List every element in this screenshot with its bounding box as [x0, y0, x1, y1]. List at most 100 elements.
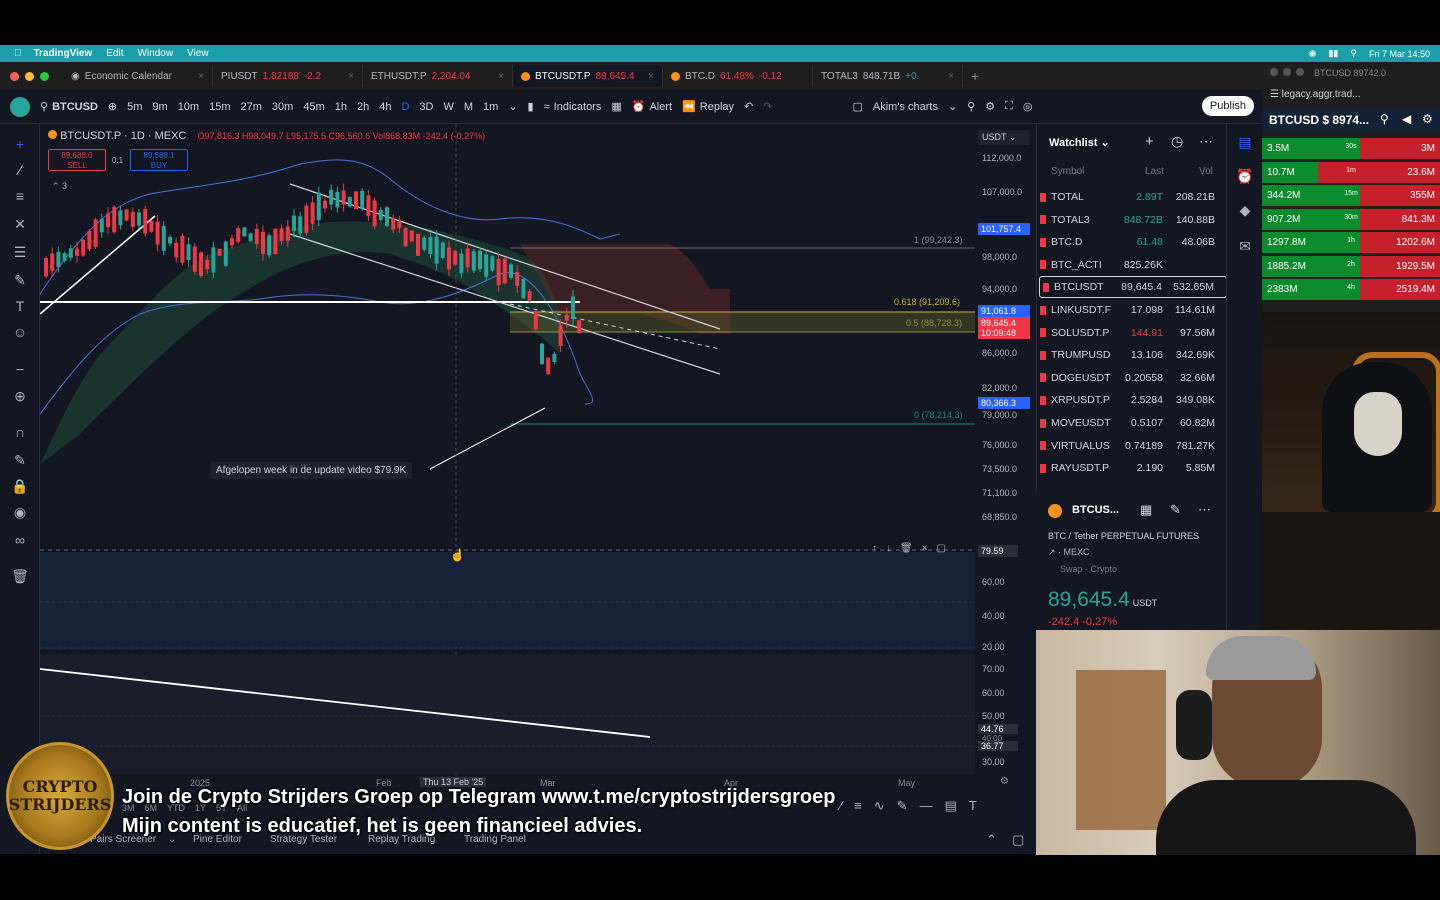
- interval-27m[interactable]: 27m: [241, 101, 262, 113]
- collapse-panel-icon[interactable]: ⌃: [986, 832, 997, 848]
- apple-icon[interactable]: : [14, 48, 22, 59]
- time-settings-icon[interactable]: ⚙: [1000, 776, 1009, 787]
- watchlist-row[interactable]: BTC.D 61.48 48.06B: [1037, 231, 1227, 253]
- interval-5m[interactable]: 5m: [127, 101, 142, 113]
- new-tab-icon[interactable]: +: [971, 68, 979, 84]
- menu-window[interactable]: Window: [137, 48, 173, 59]
- close-tab-icon[interactable]: ×: [498, 71, 504, 82]
- ray-tool-icon[interactable]: —: [920, 798, 933, 814]
- compare-icon[interactable]: ⊕: [108, 100, 117, 113]
- interval-w[interactable]: W: [443, 101, 453, 113]
- interval-3d[interactable]: 3D: [419, 101, 433, 113]
- battery-icon[interactable]: ▮▮: [1328, 48, 1338, 59]
- text-icon[interactable]: T: [10, 296, 30, 316]
- interval-15m[interactable]: 15m: [209, 101, 230, 113]
- close-tab-icon[interactable]: ×: [348, 71, 354, 82]
- layers-icon[interactable]: ◆: [1236, 202, 1254, 220]
- menu-view[interactable]: View: [187, 48, 209, 59]
- indicators-button[interactable]: ≈ Indicators: [544, 101, 602, 113]
- tab-economic-calendar[interactable]: ◉ Economic Calendar ×: [63, 65, 213, 87]
- watchlist-row[interactable]: XRPUSDT.P 2.5284 349.08K: [1037, 389, 1227, 411]
- link-icon[interactable]: ∞: [10, 530, 30, 550]
- ruler-icon[interactable]: ⎯: [10, 358, 30, 378]
- camera-icon[interactable]: ◎: [1023, 100, 1033, 113]
- more-icon[interactable]: ⋯: [1198, 502, 1211, 518]
- lock-icon[interactable]: 🔒: [10, 476, 30, 496]
- brush-icon[interactable]: ✎: [10, 270, 30, 290]
- tab-btcusdt[interactable]: BTCUSDT.P 89,645.4 ×: [513, 65, 663, 87]
- alert-button[interactable]: ⏰ Alert: [632, 100, 672, 114]
- undo-icon[interactable]: ↶: [744, 100, 753, 113]
- watchlist-row[interactable]: SOLUSDT.P 144.91 97.56M: [1037, 322, 1227, 344]
- settings-gear-icon[interactable]: ⚙: [1422, 112, 1433, 126]
- close-tab-icon[interactable]: ×: [198, 71, 204, 82]
- search-icon[interactable]: ⚲: [1380, 112, 1389, 126]
- mute-icon[interactable]: ◀: [1402, 112, 1411, 126]
- column-symbol[interactable]: Symbol: [1051, 166, 1084, 177]
- note-tool-icon[interactable]: ▤: [945, 798, 957, 814]
- zoom-window-button[interactable]: [40, 71, 49, 81]
- watchlist-row[interactable]: DOGEUSDT 0.20558 32.66M: [1037, 367, 1227, 389]
- emoji-icon[interactable]: ☺: [10, 322, 30, 342]
- watchlist-row[interactable]: RAYUSDT.P 2.190 5.85M: [1037, 457, 1227, 479]
- grid-icon[interactable]: ▦: [1140, 502, 1152, 518]
- fullscreen-icon[interactable]: ⛶: [1005, 100, 1013, 113]
- watchlist-row[interactable]: BTCUSDT 89,645.4 532.65M: [1039, 276, 1227, 299]
- interval-45m[interactable]: 45m: [303, 101, 324, 113]
- add-symbol-icon[interactable]: +: [1145, 133, 1154, 150]
- clock[interactable]: Fri 7 Mar 14:50: [1369, 49, 1430, 59]
- path-tool-icon[interactable]: ∿: [874, 798, 885, 814]
- maximize-panel-icon[interactable]: ▢: [1012, 832, 1024, 848]
- layout-icon[interactable]: ▢: [852, 100, 862, 113]
- tab-ethusdt[interactable]: ETHUSDT.P 2,204.04 ×: [363, 65, 513, 87]
- interval-1m[interactable]: 1m: [483, 101, 498, 113]
- watchlist-row[interactable]: MOVEUSDT 0.5107 60.82M: [1037, 412, 1227, 434]
- chart-pane[interactable]: BTCUSDT.P · 1D · MEXC O97,816.3 H98,049.…: [40, 124, 1036, 854]
- edit-icon[interactable]: ✎: [1170, 502, 1181, 518]
- text-tool-icon[interactable]: T: [969, 798, 977, 814]
- interval-2h[interactable]: 2h: [357, 101, 369, 113]
- fib-icon[interactable]: ☰: [10, 242, 30, 262]
- watchlist-row[interactable]: TOTAL3 848.72B 140.88B: [1037, 209, 1227, 231]
- pitchfork-icon[interactable]: ✕: [10, 214, 30, 234]
- trash-icon[interactable]: 🗑: [10, 566, 30, 586]
- indicator-collapse[interactable]: ⌃ 3: [52, 181, 67, 192]
- chart-symbol-line[interactable]: BTCUSDT.P · 1D · MEXC: [60, 130, 186, 142]
- watchlist-row[interactable]: LINKUSDT.F 17.098 114.61M: [1037, 299, 1227, 321]
- layout-name[interactable]: Akim's charts: [873, 101, 938, 113]
- alerts-clock-icon[interactable]: ⏰: [1236, 168, 1254, 186]
- minimize-window-button[interactable]: [25, 71, 34, 81]
- trend-line-icon[interactable]: ∕: [10, 160, 30, 180]
- interval-10m[interactable]: 10m: [178, 101, 199, 113]
- clock-icon[interactable]: ◷: [1171, 133, 1183, 150]
- close-window-button[interactable]: [10, 71, 19, 81]
- avatar[interactable]: [10, 96, 30, 117]
- watchlist-row[interactable]: BTC_ACTI 825.26K: [1037, 254, 1227, 276]
- publish-button[interactable]: Publish: [1201, 96, 1254, 116]
- close-window-button[interactable]: [1270, 68, 1278, 76]
- tab-total3[interactable]: TOTAL3 848.71B +0. ×: [813, 65, 963, 87]
- pen-tool-icon[interactable]: ✎: [897, 798, 908, 814]
- chart-annotation[interactable]: Afgelopen week in de update video $79.9K: [210, 462, 413, 479]
- minimize-window-button[interactable]: [1283, 68, 1291, 76]
- crosshair-icon[interactable]: +: [10, 134, 30, 154]
- pane-controls[interactable]: ↑↓🗑×▢: [872, 543, 955, 554]
- line-tool-icon[interactable]: ∕: [840, 798, 842, 814]
- detail-symbol[interactable]: BTCUS...: [1072, 504, 1119, 516]
- replay-button[interactable]: ⏪ Replay: [682, 100, 734, 114]
- menu-edit[interactable]: Edit: [106, 48, 123, 59]
- interval-d[interactable]: D: [401, 101, 409, 113]
- interval-4h[interactable]: 4h: [379, 101, 391, 113]
- close-tab-icon[interactable]: ×: [648, 71, 654, 82]
- zoom-window-button[interactable]: [1296, 68, 1304, 76]
- horizontal-lines-icon[interactable]: ≡: [10, 186, 30, 206]
- magnet-icon[interactable]: ∩: [10, 422, 30, 442]
- zoom-in-icon[interactable]: ⊕: [10, 386, 30, 406]
- redo-icon[interactable]: ↷: [763, 100, 772, 113]
- watchlist-row[interactable]: TOTAL 2.89T 208.21B: [1037, 186, 1227, 208]
- symbol-search[interactable]: ⚲ BTCUSD: [40, 100, 98, 114]
- quick-search-icon[interactable]: ⚲: [967, 100, 975, 113]
- watchlist-row[interactable]: VIRTUALUS 0.74189 781.27K: [1037, 435, 1227, 457]
- interval-m[interactable]: M: [464, 101, 473, 113]
- column-vol[interactable]: Vol: [1199, 166, 1213, 177]
